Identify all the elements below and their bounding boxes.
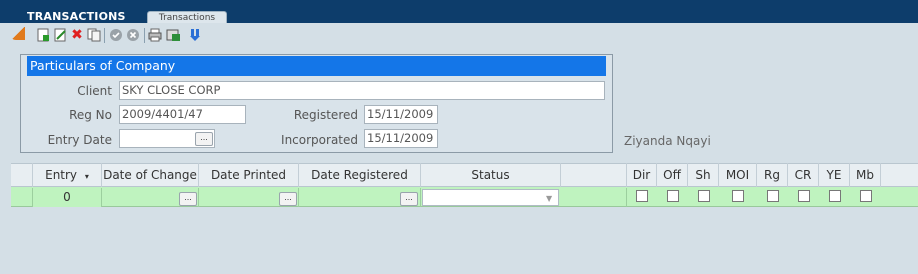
entry-cell[interactable]: 0	[33, 188, 102, 207]
blank-cell	[561, 188, 627, 207]
moi-checkbox[interactable]	[732, 190, 744, 202]
delete-icon[interactable]: ✖	[70, 28, 84, 42]
edit-icon[interactable]	[53, 28, 67, 42]
toolbar-separator	[104, 28, 105, 43]
column-header-rg[interactable]: Rg	[757, 163, 788, 187]
column-header-label: Entry	[45, 168, 78, 182]
print-icon[interactable]	[148, 28, 162, 42]
cr-checkbox[interactable]	[798, 190, 810, 202]
registered-label: Registered	[293, 108, 358, 122]
column-header-entry[interactable]: Entry ▾	[33, 163, 102, 187]
corner-indicator	[10, 27, 25, 40]
export-icon[interactable]	[166, 28, 180, 42]
mb-checkbox[interactable]	[860, 190, 872, 202]
client-label: Client	[77, 84, 112, 98]
chevron-down-icon[interactable]: ▼	[546, 194, 552, 203]
date-printed-picker-button[interactable]: ...	[279, 192, 297, 206]
column-header-mb[interactable]: Mb	[850, 163, 881, 187]
date-registered-picker-button[interactable]: ...	[400, 192, 418, 206]
ye-checkbox[interactable]	[829, 190, 841, 202]
accept-icon[interactable]	[109, 28, 123, 42]
user-name: Ziyanda Nqayi	[624, 134, 711, 148]
sh-checkbox[interactable]	[698, 190, 710, 202]
column-header-blank	[561, 163, 627, 187]
column-header-cr[interactable]: CR	[788, 163, 819, 187]
column-header-date-printed[interactable]: Date Printed	[199, 163, 299, 187]
new-icon[interactable]	[36, 28, 50, 42]
column-header-sh[interactable]: Sh	[688, 163, 719, 187]
column-header-date-of-change[interactable]: Date of Change	[102, 163, 199, 187]
client-field[interactable]: SKY CLOSE CORP	[119, 81, 605, 100]
regno-field[interactable]: 2009/4401/47	[119, 105, 246, 124]
column-header-status[interactable]: Status	[421, 163, 561, 187]
sort-indicator-icon: ▾	[84, 172, 89, 181]
status-select[interactable]	[422, 189, 559, 206]
registered-field[interactable]: 15/11/2009	[364, 105, 438, 124]
column-header-moi[interactable]: MOI	[719, 163, 757, 187]
column-header-off[interactable]: Off	[657, 163, 688, 187]
panel-title: Particulars of Company	[27, 56, 606, 76]
entry-date-picker-button[interactable]: ...	[195, 132, 213, 146]
cancel-icon[interactable]	[126, 28, 140, 42]
rg-checkbox[interactable]	[767, 190, 779, 202]
incorporated-field[interactable]: 15/11/2009	[364, 129, 438, 148]
dir-checkbox[interactable]	[636, 190, 648, 202]
column-header-ye[interactable]: YE	[819, 163, 850, 187]
incorporated-label: Incorporated	[281, 133, 358, 147]
copy-icon[interactable]	[87, 28, 101, 42]
download-icon[interactable]	[188, 28, 202, 42]
column-header-date-registered[interactable]: Date Registered	[299, 163, 421, 187]
entry-date-label: Entry Date	[47, 133, 112, 147]
toolbar-separator	[144, 28, 145, 43]
title-bar	[0, 0, 918, 23]
date-of-change-picker-button[interactable]: ...	[179, 192, 197, 206]
row-selector-header	[11, 163, 33, 187]
off-checkbox[interactable]	[667, 190, 679, 202]
column-header-dir[interactable]: Dir	[627, 163, 657, 187]
regno-label: Reg No	[69, 108, 112, 122]
row-selector[interactable]	[11, 188, 33, 207]
app-title: TRANSACTIONS	[27, 10, 126, 23]
